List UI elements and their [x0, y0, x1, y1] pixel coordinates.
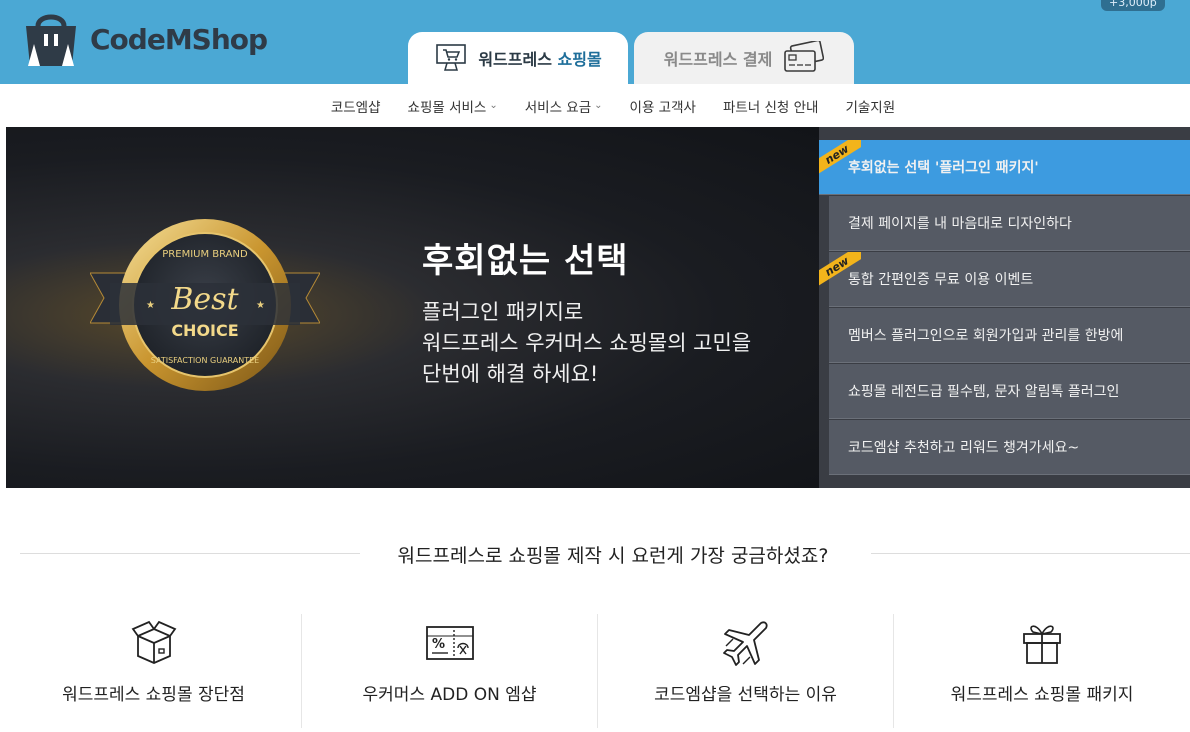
nav-service-pricing-label: 서비스 요금	[524, 99, 592, 116]
feature-label: 우커머스 ADD ON 엠샵	[362, 685, 537, 705]
feature-shop-package[interactable]: 워드프레스 쇼핑몰 패키지	[894, 614, 1190, 728]
best-choice-badge-image: PREMIUM BRAND Best CHOICE SATISFACTION G…	[90, 219, 320, 391]
gift-icon	[1023, 625, 1061, 664]
shopping-cart-monitor-icon	[436, 44, 467, 71]
divider	[871, 553, 1190, 554]
logo-text: CodeMShop	[90, 22, 268, 56]
star-icon: ★	[256, 300, 265, 311]
feature-list: 워드프레스 쇼핑몰 장단점 % 우커머스 ADD ON 엠샵 코드엠샵을 선택하…	[6, 614, 1190, 728]
banner-side-list: new 후회없는 선택 '플러그인 패키지' 결제 페이지를 내 마음대로 디자…	[819, 127, 1190, 488]
section-title: 워드프레스로 쇼핑몰 제작 시 요런게 가장 궁금하셨죠?	[397, 545, 829, 567]
side-item-checkout-design[interactable]: 결제 페이지를 내 마음대로 디자인하다	[829, 196, 1190, 251]
nav-customers[interactable]: 이용 고객사	[630, 96, 696, 116]
tab-shop-label-main: 워드프레스	[478, 50, 558, 69]
hero-banner[interactable]: PREMIUM BRAND Best CHOICE SATISFACTION G…	[6, 127, 819, 488]
chevron-down-icon: ⌄	[489, 100, 498, 111]
tab-shop-label-accent: 쇼핑몰	[557, 50, 602, 69]
side-item-members-plugin[interactable]: 멤버스 플러그인으로 회원가입과 관리를 한방에	[829, 308, 1190, 363]
new-ribbon: new	[819, 252, 861, 294]
nav-partner-label: 파트너 신청 안내	[722, 99, 819, 116]
box-icon	[131, 620, 176, 664]
nav-partner[interactable]: 파트너 신청 안내	[723, 96, 819, 116]
badge-main-text-1: Best	[170, 282, 239, 317]
main-navigation: 코드엠샵 쇼핑몰 서비스 ⌄ 서비스 요금 ⌄ 이용 고객사 파트너 신청 안내 기…	[0, 84, 1190, 127]
hero-subtitle-line: 단번에 해결 하세요!	[422, 362, 599, 386]
feature-label: 워드프레스 쇼핑몰 패키지	[950, 685, 1134, 705]
side-item-label: 코드엠샵 추천하고 리워드 챙겨가세요~	[848, 440, 1080, 456]
new-ribbon-label: new	[819, 252, 861, 288]
airplane-icon	[722, 621, 768, 666]
nav-shop-service[interactable]: 쇼핑몰 서비스 ⌄	[408, 96, 498, 116]
site-header: CodeMShop +3,000p 워드프레스 쇼핑몰 워드프레스 결제	[0, 0, 1190, 84]
svg-text:%: %	[432, 637, 445, 652]
side-item-plugin-package[interactable]: new 후회없는 선택 '플러그인 패키지'	[819, 140, 1190, 195]
tab-payment-label: 워드프레스 결제	[663, 50, 773, 69]
nav-service-pricing[interactable]: 서비스 요금 ⌄	[525, 96, 603, 116]
side-item-label: 통합 간편인증 무료 이용 이벤트	[848, 272, 1034, 288]
side-item-sms-plugin[interactable]: 쇼핑몰 레전드급 필수템, 문자 알림톡 플러그인	[829, 364, 1190, 419]
feature-pros-cons[interactable]: 워드프레스 쇼핑몰 장단점	[6, 614, 302, 728]
new-ribbon: new	[819, 140, 861, 182]
site-logo[interactable]: CodeMShop	[20, 8, 270, 70]
new-ribbon-label: new	[819, 140, 861, 176]
tab-shop-label: 워드프레스 쇼핑몰	[478, 46, 601, 70]
shopping-bag-logo-icon	[26, 14, 76, 66]
side-item-label: 멤버스 플러그인으로 회원가입과 관리를 한방에	[848, 328, 1124, 344]
side-item-label: 결제 페이지를 내 마음대로 디자인하다	[848, 216, 1072, 232]
hero-subtitle-line: 워드프레스 우커머스 쇼핑몰의 고민을	[422, 331, 752, 355]
divider	[20, 553, 360, 554]
coupon-icon: %	[425, 626, 474, 660]
nav-tech-support[interactable]: 기술지원	[845, 96, 895, 116]
side-item-label: 쇼핑몰 레전드급 필수템, 문자 알림톡 플러그인	[848, 384, 1120, 400]
feature-woocommerce-addon[interactable]: % 우커머스 ADD ON 엠샵	[302, 614, 598, 728]
nav-codemshop[interactable]: 코드엠샵	[331, 96, 381, 116]
tab-wordpress-payment[interactable]: 워드프레스 결제	[634, 32, 854, 84]
feature-label: 코드엠샵을 선택하는 이유	[654, 685, 837, 705]
side-item-referral-reward[interactable]: 코드엠샵 추천하고 리워드 챙겨가세요~	[829, 420, 1190, 475]
hero-title: 후회없는 선택	[422, 241, 629, 281]
badge-bottom-text: SATISFACTION GUARANTEE	[151, 356, 259, 365]
feature-why-codemshop[interactable]: 코드엠샵을 선택하는 이유	[598, 614, 894, 728]
star-icon: ★	[146, 300, 155, 311]
nav-codemshop-label: 코드엠샵	[330, 99, 381, 116]
side-item-label: 후회없는 선택 '플러그인 패키지'	[848, 160, 1039, 176]
payment-card-icon	[784, 41, 825, 72]
chevron-down-icon: ⌄	[594, 100, 603, 111]
faq-section-heading: 워드프레스로 쇼핑몰 제작 시 요런게 가장 궁금하셨죠?	[0, 541, 1190, 567]
hero-subtitle-line: 플러그인 패키지로	[422, 300, 584, 324]
nav-tech-support-label: 기술지원	[845, 99, 896, 116]
nav-customers-label: 이용 고객사	[629, 99, 696, 116]
feature-label: 워드프레스 쇼핑몰 장단점	[62, 685, 245, 705]
side-item-auth-event[interactable]: new 통합 간편인증 무료 이용 이벤트	[819, 252, 1190, 307]
hero-subtitle: 플러그인 패키지로 워드프레스 우커머스 쇼핑몰의 고민을 단번에 해결 하세요…	[422, 297, 751, 390]
nav-shop-service-label: 쇼핑몰 서비스	[407, 99, 487, 116]
points-badge: +3,000p	[1101, 0, 1165, 11]
tab-wordpress-shop[interactable]: 워드프레스 쇼핑몰	[408, 32, 628, 84]
badge-top-text: PREMIUM BRAND	[162, 249, 248, 260]
badge-main-text-2: CHOICE	[171, 321, 238, 340]
